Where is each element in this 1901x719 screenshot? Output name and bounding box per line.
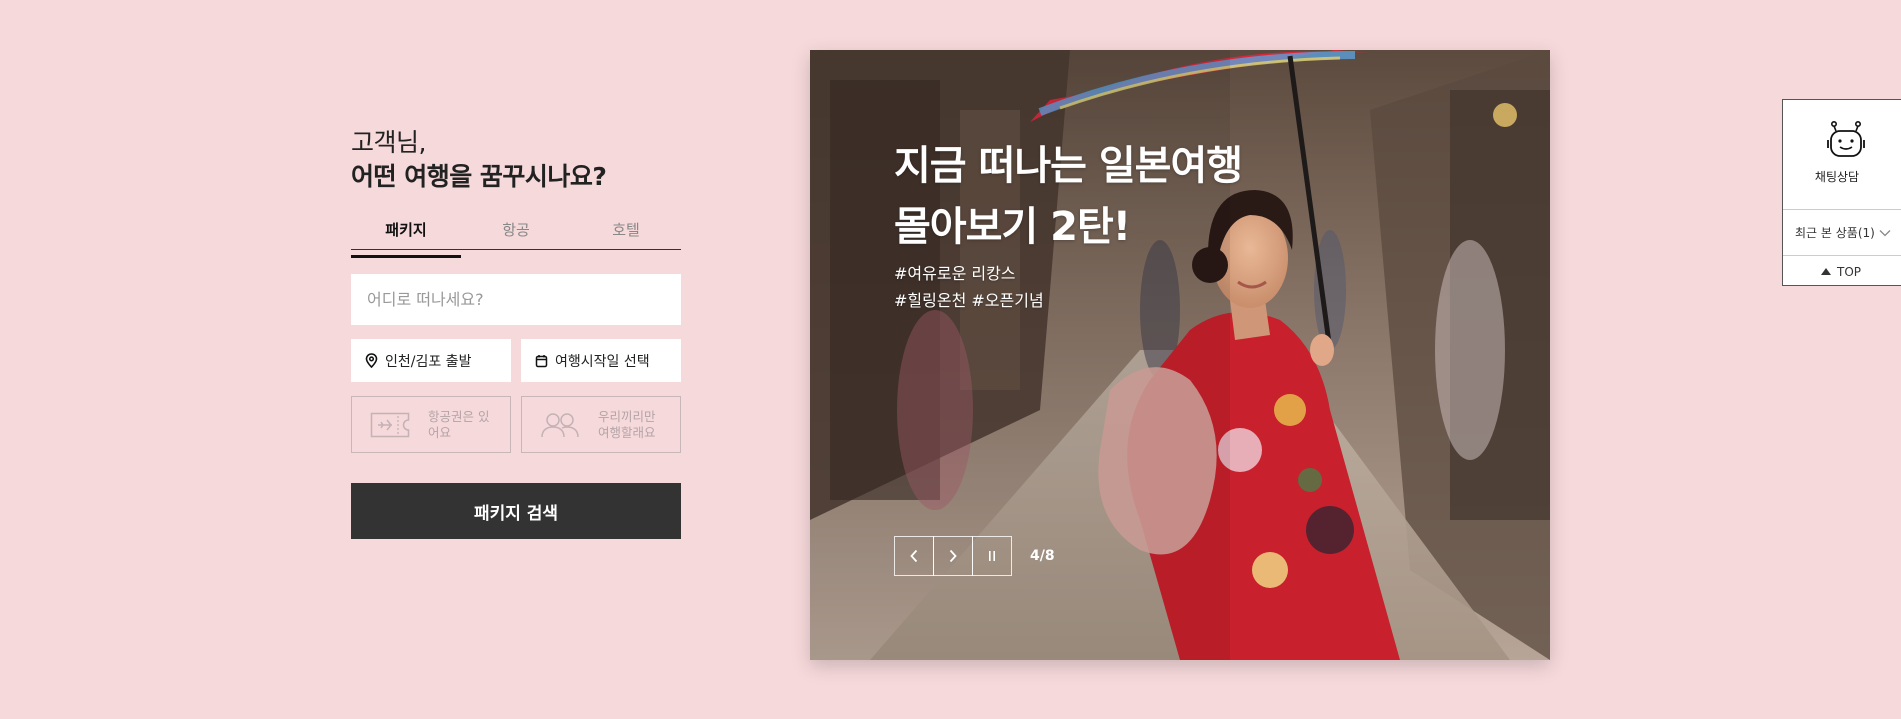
tab-hotel[interactable]: 호텔 [571, 220, 681, 249]
departure-label: 인천/김포 출발 [385, 353, 472, 370]
start-date-label: 여행시작일 선택 [555, 353, 650, 370]
promo-banner[interactable]: 지금 떠나는 일본여행 몰아보기 2탄! #여유로운 리캉스 #힐링온천 #오픈… [810, 50, 1550, 660]
triangle-up-icon [1821, 268, 1831, 275]
search-tabs: 패키지 항공 호텔 [351, 220, 681, 258]
banner-tags-line-2: #힐링온천 #오픈기념 [894, 291, 1044, 310]
have-ticket-toggle[interactable]: 항공권은 있어요 [351, 396, 511, 453]
chevron-down-icon [1879, 229, 1891, 236]
slider-controls: 4/8 [894, 536, 1055, 576]
greeting-line-1: 고객님, [351, 128, 426, 157]
banner-title-line-1: 지금 떠나는 일본여행 [894, 143, 1243, 189]
slide-counter: 4/8 [1030, 548, 1055, 564]
pause-icon [989, 551, 995, 561]
location-pin-icon [365, 353, 378, 368]
start-date-select[interactable]: 여행시작일 선택 [521, 339, 681, 382]
scroll-top-button[interactable]: TOP [1783, 256, 1901, 287]
tab-package[interactable]: 패키지 [351, 220, 461, 258]
destination-input[interactable] [351, 274, 681, 325]
chat-consult-button[interactable]: 채팅상담 [1783, 100, 1901, 210]
prev-slide-button[interactable] [894, 536, 934, 576]
next-slide-button[interactable] [933, 536, 973, 576]
chatbot-icon [1827, 120, 1865, 157]
banner-hashtags: #여유로운 리캉스 #힐링온천 #오픈기념 [894, 260, 1044, 314]
greeting-line-2: 어떤 여행을 꿈꾸시나요? [351, 162, 607, 191]
departure-select[interactable]: 인천/김포 출발 [351, 339, 511, 382]
greeting: 고객님, 어떤 여행을 꿈꾸시나요? [351, 126, 681, 194]
chevron-right-icon [949, 549, 957, 563]
private-trip-toggle[interactable]: 우리끼리만 여행할래요 [521, 396, 681, 453]
private-trip-label: 우리끼리만 여행할래요 [598, 408, 656, 440]
flight-ticket-icon [370, 412, 410, 437]
scroll-top-label: TOP [1837, 264, 1862, 279]
pause-slide-button[interactable] [972, 536, 1012, 576]
banner-tags-line-1: #여유로운 리캉스 [894, 264, 1016, 283]
group-people-icon [541, 412, 579, 437]
recent-products-button[interactable]: 최근 본 상품(1) [1783, 210, 1901, 256]
chat-consult-label: 채팅상담 [1814, 170, 1860, 184]
calendar-icon [535, 354, 548, 367]
quick-menu-rail: 채팅상담 최근 본 상품(1) TOP [1782, 99, 1901, 286]
tab-flight[interactable]: 항공 [461, 220, 571, 249]
package-search-panel: 고객님, 어떤 여행을 꿈꾸시나요? 패키지 항공 호텔 인천/김포 출발 여행… [351, 126, 681, 539]
have-ticket-label: 항공권은 있어요 [428, 408, 490, 440]
banner-title-line-2: 몰아보기 2탄! [894, 204, 1131, 250]
package-search-button[interactable]: 패키지 검색 [351, 483, 681, 539]
banner-title: 지금 떠나는 일본여행 몰아보기 2탄! [894, 136, 1243, 258]
chevron-left-icon [910, 549, 918, 563]
recent-products-label: 최근 본 상품(1) [1795, 226, 1875, 240]
